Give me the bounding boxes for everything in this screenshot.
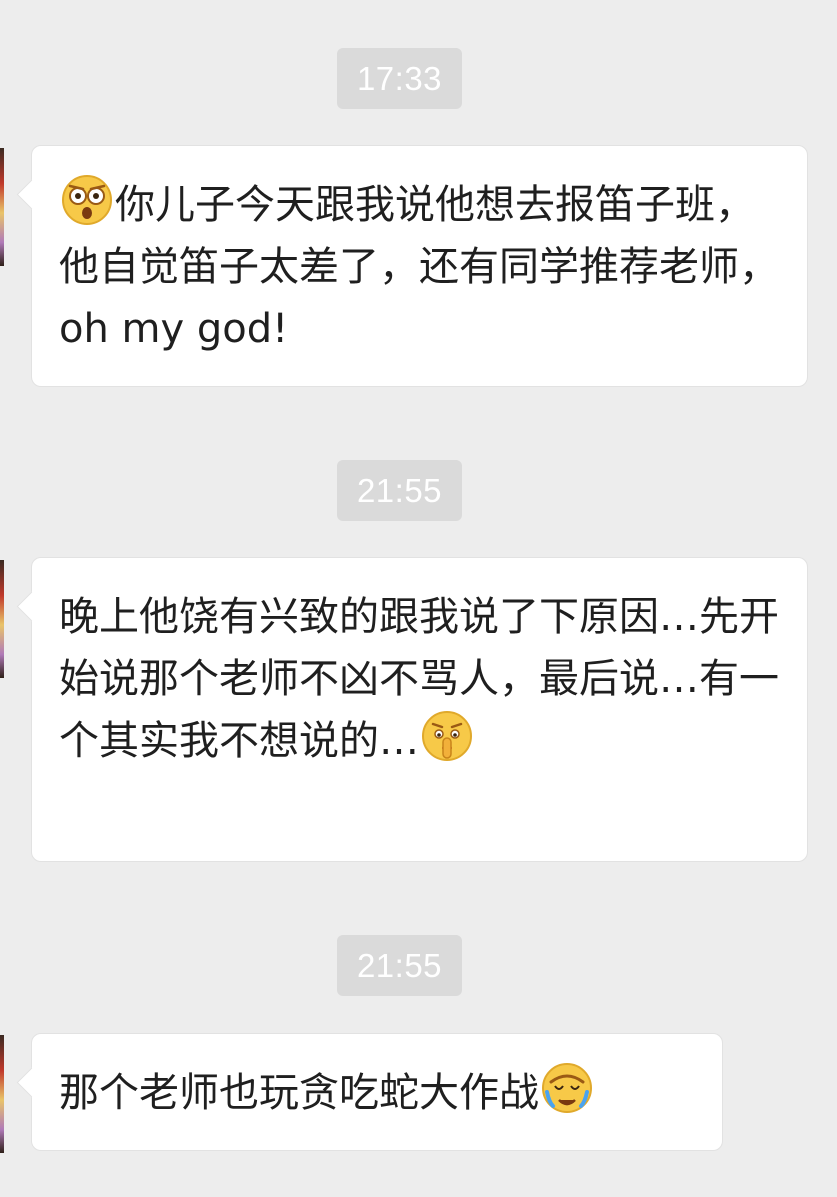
message-text: 那个老师也玩贪吃蛇大作战 xyxy=(59,1070,539,1116)
sender-avatar[interactable] xyxy=(0,560,4,678)
message-bubble[interactable]: 你儿子今天跟我说他想去报笛子班，他自觉笛子太差了，还有同学推荐老师，oh my … xyxy=(31,145,808,387)
message-bubble[interactable]: 晚上他饶有兴致的跟我说了下原因…先开始说那个老师不凶不骂人，最后说…有一个其实我… xyxy=(31,557,808,862)
timestamp: 21:55 xyxy=(337,460,462,521)
shocked-face-icon xyxy=(62,175,112,225)
shush-face-icon xyxy=(422,711,472,761)
timestamp: 17:33 xyxy=(337,48,462,109)
message-bubble[interactable]: 那个老师也玩贪吃蛇大作战 xyxy=(31,1033,723,1151)
message-text: 晚上他饶有兴致的跟我说了下原因…先开始说那个老师不凶不骂人，最后说…有一个其实我… xyxy=(59,594,779,764)
sender-avatar[interactable] xyxy=(0,148,4,266)
timestamp: 21:55 xyxy=(337,935,462,996)
facepalm-cry-icon xyxy=(542,1063,592,1113)
sender-avatar[interactable] xyxy=(0,1035,4,1153)
message-text: 你儿子今天跟我说他想去报笛子班，他自觉笛子太差了，还有同学推荐老师，oh my … xyxy=(59,182,779,352)
